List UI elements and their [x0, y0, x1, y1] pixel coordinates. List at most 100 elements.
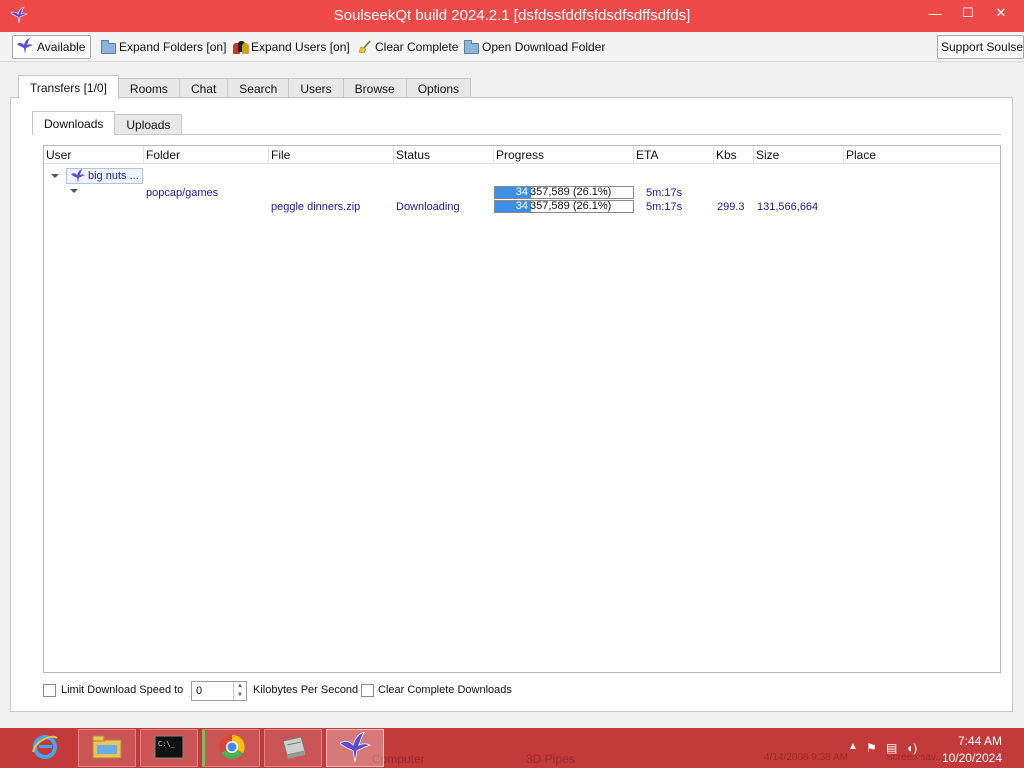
clock-date[interactable]: 10/20/2024	[942, 751, 1002, 765]
taskbar-chrome[interactable]	[202, 729, 260, 767]
user-name: big nuts ...	[88, 170, 139, 182]
tab-transfers[interactable]: Transfers [1/0]	[18, 75, 119, 99]
volume-icon[interactable]: ◖)	[906, 741, 917, 755]
progress-text: 357,589 (26.1%)	[530, 186, 612, 198]
ghost-date: 4/14/2008 9:38 AM	[764, 752, 848, 763]
soulseek-bird-icon	[69, 169, 87, 187]
maximize-button[interactable]: ☐	[953, 3, 983, 23]
collapse-arrow-icon[interactable]	[70, 189, 78, 193]
folder-icon	[464, 39, 479, 54]
speed-value: 0	[196, 685, 203, 697]
column-eta[interactable]: ETA	[634, 146, 714, 164]
taskbar-cmd[interactable]: C:\_	[140, 729, 198, 767]
file-status: Downloading	[396, 201, 460, 213]
progress-percent: 34	[515, 200, 528, 212]
folder-progress-bar: 34 357,589 (26.1%)	[494, 186, 634, 199]
folder-eta: 5m:17s	[646, 187, 683, 199]
column-file[interactable]: File	[269, 146, 394, 164]
spin-arrows[interactable]: ▲ ▼	[233, 682, 246, 700]
file-name: peggle dinners.zip	[271, 201, 361, 213]
show-hidden-icons-icon[interactable]: ▲	[848, 741, 858, 752]
open-download-folder-label: Open Download Folder	[482, 40, 606, 54]
main-panel: Transfers [1/0] Rooms Chat Search Users …	[10, 70, 1013, 720]
tab-downloads[interactable]: Downloads	[32, 111, 116, 135]
users-icon	[233, 40, 249, 54]
download-options-bar: Limit Download Speed to 0 ▲ ▼ Kilobytes …	[43, 681, 643, 701]
folder-icon	[101, 39, 116, 54]
spin-up-icon[interactable]: ▲	[234, 682, 246, 691]
file-kbs: 299.3	[717, 201, 745, 213]
limit-speed-label: Limit Download Speed to	[61, 684, 184, 696]
file-eta: 5m:17s	[646, 201, 683, 213]
speed-spinbox[interactable]: 0 ▲ ▼	[191, 681, 247, 701]
status-available-button[interactable]: Available	[12, 35, 91, 59]
taskbar-drive[interactable]	[264, 729, 322, 767]
column-folder[interactable]: Folder	[144, 146, 269, 164]
drive-icon	[277, 733, 309, 764]
support-soulseek-button[interactable]: Support Soulseek	[937, 35, 1024, 59]
clear-complete-downloads-label: Clear Complete Downloads	[378, 684, 512, 696]
file-explorer-icon	[91, 734, 123, 763]
tab-chat[interactable]: Chat	[178, 78, 229, 99]
status-label: Available	[37, 40, 86, 54]
title-bar: SoulseekQt build 2024.2.1 [dsfdssfddfsfd…	[0, 0, 1024, 32]
taskbar-ie[interactable]	[16, 729, 74, 767]
column-kbs[interactable]: Kbs	[714, 146, 754, 164]
progress-text: 357,589 (26.1%)	[530, 200, 612, 212]
tab-browse[interactable]: Browse	[342, 78, 407, 99]
command-prompt-icon: C:\_	[154, 735, 184, 762]
file-size: 131,566,664	[757, 201, 819, 213]
collapse-arrow-icon[interactable]	[51, 174, 59, 178]
chrome-icon	[217, 732, 247, 765]
user-row[interactable]: big nuts ...	[44, 168, 1000, 184]
speed-unit-label: Kilobytes Per Second	[253, 684, 359, 696]
folder-row[interactable]: popcap/games 34 357,589 (26.1%) 5m:17s	[44, 186, 1000, 200]
tab-options[interactable]: Options	[405, 78, 472, 99]
tab-rooms[interactable]: Rooms	[117, 78, 180, 99]
ghost-pipes: 3D Pipes	[526, 752, 575, 766]
network-icon[interactable]: ▤	[886, 741, 897, 755]
open-download-folder-button[interactable]: Open Download Folder	[461, 35, 608, 59]
tab-uploads[interactable]: Uploads	[114, 114, 183, 135]
clock-time[interactable]: 7:44 AM	[958, 734, 1002, 748]
tab-users[interactable]: Users	[288, 78, 344, 99]
column-user[interactable]: User	[44, 146, 144, 164]
downloads-table[interactable]: User Folder File Status Progress ETA Kbs…	[43, 145, 1001, 673]
folder-name: popcap/games	[146, 187, 219, 199]
internet-explorer-icon	[30, 732, 60, 765]
taskbar-soulseek[interactable]	[326, 729, 384, 767]
file-progress-bar: 34 357,589 (26.1%)	[494, 200, 634, 213]
clear-complete-checkbox[interactable]	[361, 684, 374, 697]
clear-complete-label: Clear Complete	[375, 40, 459, 54]
spin-down-icon[interactable]: ▼	[234, 691, 246, 700]
limit-speed-checkbox[interactable]	[43, 684, 56, 697]
column-place[interactable]: Place	[844, 146, 1000, 164]
support-label: Support Soulseek	[941, 40, 1024, 54]
user-chip[interactable]: big nuts ...	[66, 168, 143, 184]
column-status[interactable]: Status	[394, 146, 494, 164]
action-center-flag-icon[interactable]: ⚑	[866, 741, 877, 755]
expand-users-button[interactable]: Expand Users [on]	[230, 35, 353, 59]
clear-complete-button[interactable]: Clear Complete	[355, 35, 461, 59]
soulseek-bird-icon	[16, 37, 34, 57]
minimize-button[interactable]: —	[920, 3, 950, 23]
close-button[interactable]: ✕	[986, 3, 1016, 23]
expand-users-label: Expand Users [on]	[251, 40, 350, 54]
column-size[interactable]: Size	[754, 146, 844, 164]
window-title: SoulseekQt build 2024.2.1 [dsfdssfddfsfd…	[333, 7, 691, 24]
sub-tab-row: Downloads Uploads	[32, 111, 183, 135]
taskbar-explorer[interactable]	[78, 729, 136, 767]
column-progress[interactable]: Progress	[494, 146, 634, 164]
main-tab-row: Transfers [1/0] Rooms Chat Search Users …	[18, 75, 472, 99]
broom-icon	[358, 40, 372, 54]
sub-tab-divider	[32, 134, 1001, 135]
table-header: User Folder File Status Progress ETA Kbs…	[44, 146, 1000, 164]
expand-folders-button[interactable]: Expand Folders [on]	[98, 35, 229, 59]
toolbar: Available Expand Folders [on] Expand Use…	[0, 32, 1024, 62]
expand-folders-label: Expand Folders [on]	[119, 40, 227, 54]
taskbar: Computer 3D Pipes 4/14/2008 9:38 AM Scre…	[0, 728, 1024, 768]
file-row[interactable]: peggle dinners.zip Downloading 34 357,58…	[44, 200, 1000, 214]
svg-text:C:\_: C:\_	[158, 740, 176, 748]
progress-percent: 34	[515, 186, 528, 198]
tab-search[interactable]: Search	[227, 78, 290, 99]
